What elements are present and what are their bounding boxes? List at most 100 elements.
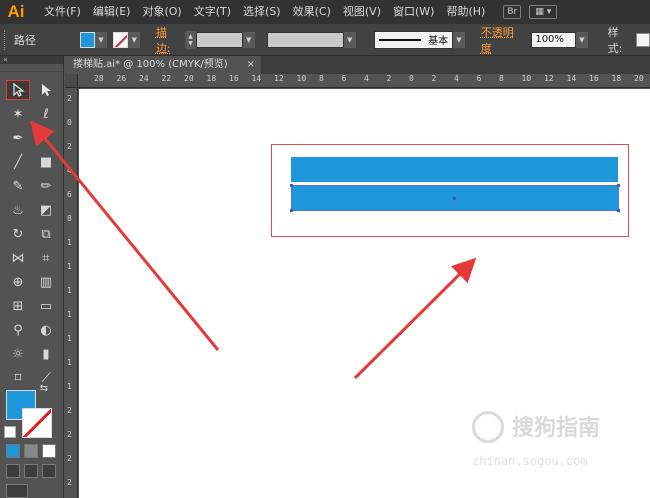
draw-behind-icon[interactable] — [24, 464, 38, 478]
opacity-input[interactable]: 100% — [531, 31, 576, 48]
ruler-h-tick-label: 26 — [116, 74, 127, 83]
variable-width-input[interactable] — [266, 31, 344, 48]
ruler-v-tick-label: 1 — [67, 262, 72, 271]
vertical-ruler[interactable]: 2 0 2 4 6 8 1 1 1 1 1 1 1 2 2 2 2 — [65, 88, 78, 498]
ruler-h-tick-label: 4 — [454, 74, 459, 83]
fill-dropdown-icon[interactable]: ▼ — [95, 31, 107, 48]
menu-object[interactable]: 对象(O) — [136, 0, 187, 24]
swap-colors-icon[interactable]: ⇆ — [36, 382, 52, 394]
bridge-button[interactable]: Br — [503, 5, 522, 19]
ruler-v-tick-label: 1 — [67, 334, 72, 343]
rectangle-top[interactable] — [291, 157, 618, 182]
pen-tool-icon[interactable]: ✒ — [6, 128, 30, 148]
tools-grip[interactable] — [0, 64, 63, 72]
ruler-v-tick-label: 4 — [67, 166, 72, 175]
stroke-weight-stepper[interactable]: ▲ ▼ — [184, 30, 197, 49]
gradient-tool-icon[interactable]: ▭ — [34, 296, 58, 316]
none-mode-icon[interactable] — [42, 444, 56, 458]
ruler-v-tick-label: 2 — [67, 94, 72, 103]
ruler-v-tick-label: 6 — [67, 190, 72, 199]
ruler-h-tick-label: 14 — [566, 74, 577, 83]
ruler-h-tick-label: 12 — [274, 74, 284, 83]
scale-tool-icon[interactable]: ⧉ — [34, 224, 58, 244]
eyedropper-tool-icon[interactable]: ⚲ — [6, 320, 30, 340]
menu-effect[interactable]: 效果(C) — [287, 0, 337, 24]
document-tab[interactable]: 搂梯贴.ai* @ 100% (CMYK/预览) × — [65, 56, 261, 74]
rotate-tool-icon[interactable]: ↻ — [6, 224, 30, 244]
menu-file[interactable]: 文件(F) — [38, 0, 87, 24]
stroke-weight-dropdown-icon[interactable]: ▼ — [242, 31, 255, 48]
illustrator-window: Ai 文件(F) 编辑(E) 对象(O) 文字(T) 选择(S) 效果(C) 视… — [0, 0, 650, 498]
menu-view[interactable]: 视图(V) — [337, 0, 387, 24]
paintbrush-tool-icon[interactable]: ✎ — [6, 176, 30, 196]
symbol-sprayer-tool-icon[interactable]: ☼ — [6, 344, 30, 364]
anchor-point[interactable] — [290, 209, 293, 212]
magic-wand-tool-icon[interactable]: ✶ — [6, 104, 30, 124]
brush-definition-label: 基本 — [428, 36, 449, 47]
graphic-style-swatch[interactable] — [636, 32, 650, 47]
artboard-tool-icon[interactable]: ⌑ — [6, 368, 30, 388]
ruler-h-tick-label: 6 — [476, 74, 482, 83]
variable-width-dropdown-icon[interactable]: ▼ — [343, 31, 356, 48]
ruler-v-tick-label: 1 — [67, 310, 72, 319]
default-colors-icon[interactable] — [4, 426, 16, 438]
control-bar: 路径 ▼ ▼ 描边: ▲ ▼ ▼ ▼ 基本 ▼ 不透明度 100% ▼ 样式: — [0, 24, 650, 56]
tools-collapse-icon[interactable]: « — [0, 56, 63, 64]
blend-tool-icon[interactable]: ◐ — [34, 320, 58, 340]
width-tool-icon[interactable]: ⋈ — [6, 248, 30, 268]
pencil-tool-icon[interactable]: ✏ — [34, 176, 58, 196]
draw-normal-icon[interactable] — [6, 464, 20, 478]
perspective-grid-tool-icon[interactable]: ▥ — [34, 272, 58, 292]
menu-window[interactable]: 窗口(W) — [387, 0, 440, 24]
control-bar-grip[interactable] — [4, 29, 8, 50]
type-tool-icon[interactable]: T — [34, 128, 58, 148]
ruler-h-tick-label: 0 — [409, 74, 414, 83]
stroke-weight-input[interactable] — [196, 31, 243, 48]
free-transform-tool-icon[interactable]: ⌗ — [34, 248, 58, 268]
fill-color-swatch[interactable] — [79, 31, 96, 48]
stroke-swatch-large[interactable] — [22, 408, 52, 438]
ruler-h-tick-label: 10 — [296, 74, 307, 83]
ruler-origin[interactable] — [65, 74, 78, 88]
horizontal-ruler[interactable]: 28 26 24 22 20 18 16 14 12 10 8 6 4 2 0 2 4 6 8 10 12 14 16 18 2… — [78, 74, 650, 88]
stroke-label[interactable]: 描边: — [156, 24, 181, 56]
blob-brush-tool-icon[interactable]: ♨ — [6, 200, 30, 220]
column-graph-tool-icon[interactable]: ▮ — [34, 344, 58, 364]
opacity-dropdown-icon[interactable]: ▼ — [575, 31, 588, 48]
anchor-point[interactable] — [617, 184, 620, 187]
brush-definition-select[interactable]: 基本 — [373, 30, 454, 49]
screen-mode-icon[interactable] — [6, 484, 28, 498]
stroke-color-swatch[interactable] — [112, 31, 129, 48]
ruler-h-tick-label: 6 — [341, 74, 347, 83]
close-tab-icon[interactable]: × — [247, 56, 255, 74]
ruler-h-tick-label: 18 — [611, 74, 622, 83]
anchor-point[interactable] — [617, 209, 620, 212]
screen-mode-row — [6, 484, 58, 498]
menu-type[interactable]: 文字(T) — [188, 0, 237, 24]
ruler-h-tick-label: 16 — [589, 74, 599, 83]
mesh-tool-icon[interactable]: ⊞ — [6, 296, 30, 316]
ruler-v-tick-label: 1 — [67, 358, 72, 367]
ruler-v-tick-label: 2 — [67, 406, 72, 415]
selection-tool-icon[interactable] — [6, 80, 30, 100]
gradient-mode-icon[interactable] — [24, 444, 38, 458]
center-point — [453, 197, 456, 200]
eraser-tool-icon[interactable]: ◩ — [34, 200, 58, 220]
line-tool-icon[interactable]: ╱ — [6, 152, 30, 172]
brush-dropdown-icon[interactable]: ▼ — [453, 31, 465, 48]
lasso-tool-icon[interactable]: ℓ — [34, 104, 58, 124]
draw-inside-icon[interactable] — [42, 464, 56, 478]
ruler-v-tick-label: 0 — [67, 118, 72, 127]
rectangle-tool-icon[interactable]: ■ — [34, 152, 58, 172]
stroke-dropdown-icon[interactable]: ▼ — [128, 31, 140, 48]
direct-selection-tool-icon[interactable] — [34, 80, 58, 100]
menu-help[interactable]: 帮助(H) — [440, 0, 491, 24]
anchor-point[interactable] — [290, 184, 293, 187]
opacity-label[interactable]: 不透明度 — [481, 24, 524, 56]
menu-bar: Ai 文件(F) 编辑(E) 对象(O) 文字(T) 选择(S) 效果(C) 视… — [0, 0, 650, 24]
menu-edit[interactable]: 编辑(E) — [87, 0, 137, 24]
arrange-documents-button[interactable]: ▦ ▾ — [529, 5, 558, 19]
shape-builder-tool-icon[interactable]: ⊕ — [6, 272, 30, 292]
color-mode-icon[interactable] — [6, 444, 20, 458]
menu-select[interactable]: 选择(S) — [237, 0, 287, 24]
